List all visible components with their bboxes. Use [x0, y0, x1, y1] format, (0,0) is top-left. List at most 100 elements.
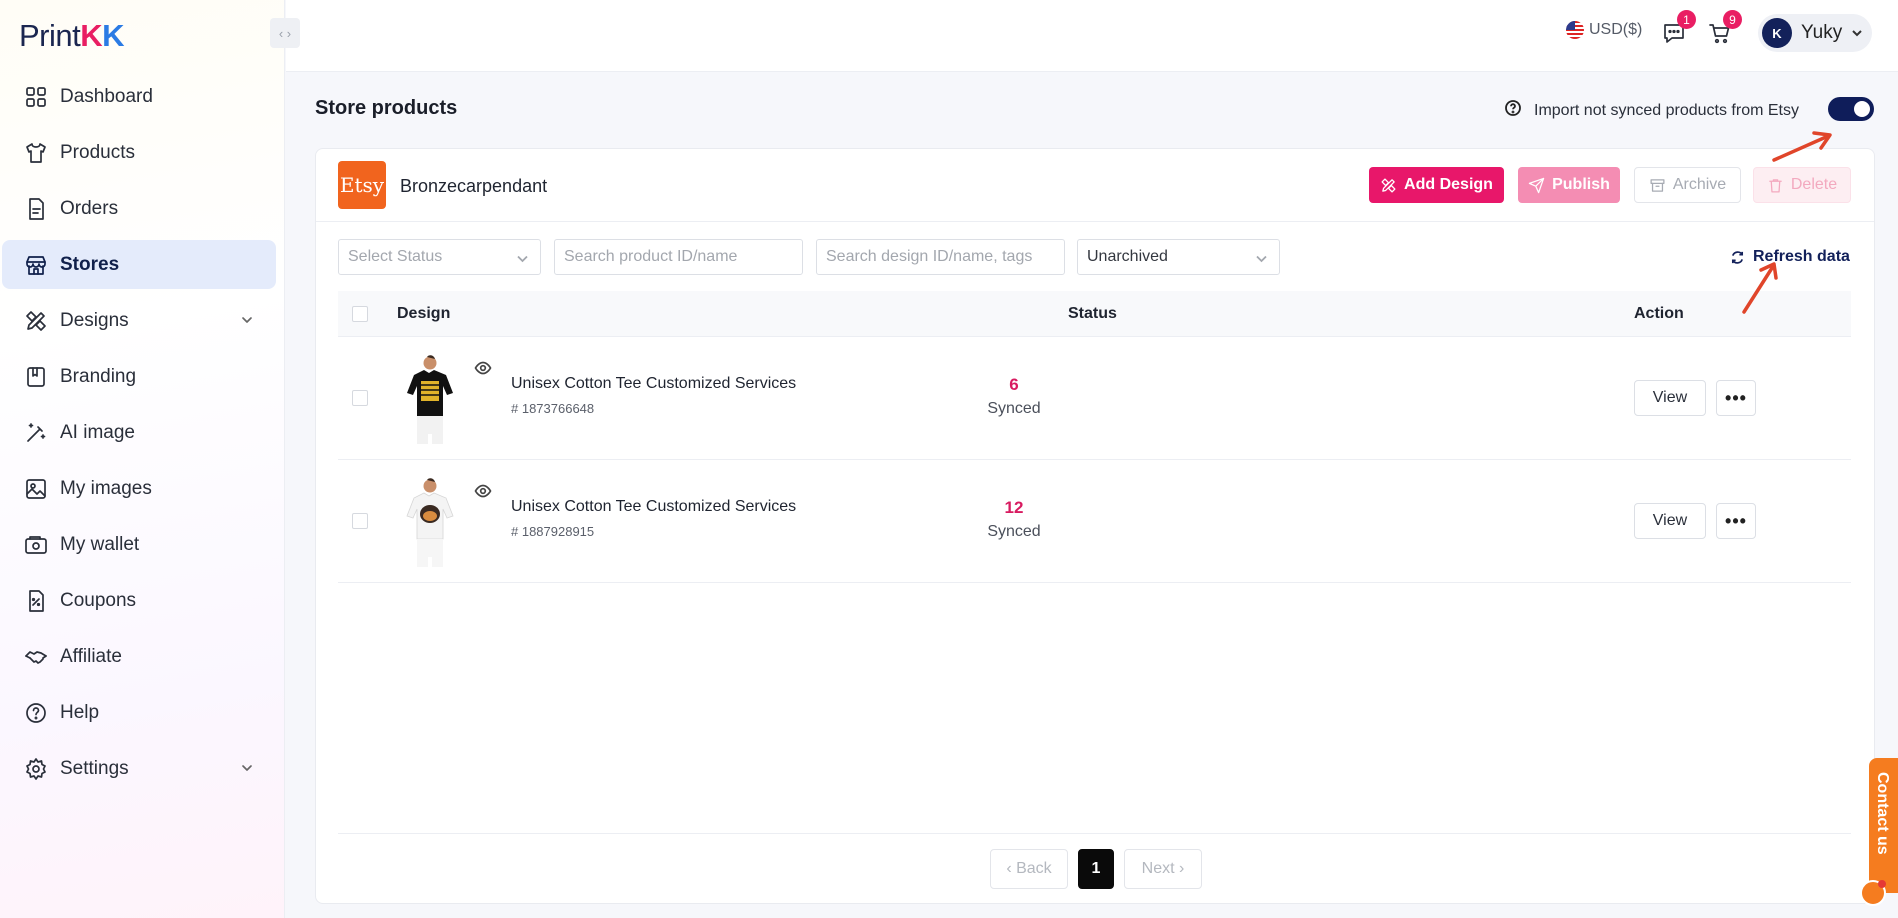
sidebar-item-stores[interactable]: Stores — [2, 240, 276, 289]
chevron-down-icon — [242, 765, 252, 771]
product-name[interactable]: Unisex Cotton Tee Customized Services — [511, 375, 796, 393]
annotation-arrow-icon — [1772, 131, 1832, 162]
product-search-input[interactable]: Search product ID/name — [554, 239, 803, 275]
sidebar-item-affiliate[interactable]: Affiliate — [2, 632, 276, 681]
image-icon — [26, 478, 46, 499]
product-thumbnail[interactable] — [400, 476, 460, 568]
sidebar-item-settings[interactable]: Settings — [2, 744, 276, 793]
status-label: Synced — [987, 523, 1041, 540]
sidebar-item-label: Dashboard — [60, 85, 153, 107]
archive-button[interactable]: Archive — [1634, 167, 1741, 203]
status-label: Synced — [987, 400, 1041, 417]
next-label: Next — [1141, 860, 1175, 877]
sidebar-item-ai-image[interactable]: AI image — [2, 408, 276, 457]
sidebar-item-designs[interactable]: Designs — [2, 296, 276, 345]
magic-wand-icon — [27, 422, 46, 442]
view-button[interactable]: View — [1634, 503, 1706, 539]
archive-icon — [1650, 178, 1665, 192]
gear-icon — [26, 757, 46, 780]
printkk-logo[interactable]: PrintKK — [19, 18, 125, 54]
sidebar-item-dashboard[interactable]: Dashboard — [2, 72, 276, 121]
table-row: Unisex Cotton Tee Customized Services # … — [338, 337, 1851, 460]
column-status: Status — [1068, 305, 1117, 322]
help-circle-icon — [26, 702, 46, 723]
sidebar-item-label: Designs — [60, 309, 129, 331]
store-icon — [26, 255, 46, 275]
sidebar-nav: Dashboard Products Orders Stores Designs… — [0, 72, 285, 800]
sidebar-item-label: My wallet — [60, 533, 140, 555]
chevron-left-icon: ‹ — [1006, 860, 1017, 877]
sidebar-item-orders[interactable]: Orders — [2, 184, 276, 233]
page-title: Store products — [315, 97, 458, 119]
sidebar-item-help[interactable]: Help — [2, 688, 276, 737]
store-name: Bronzecarpendant — [400, 176, 548, 196]
help-circle-icon[interactable] — [1504, 99, 1534, 122]
sidebar-item-my-images[interactable]: My images — [2, 464, 276, 513]
chevron-down-icon — [1852, 30, 1862, 37]
row-checkbox[interactable] — [352, 390, 368, 406]
contact-us-button[interactable]: Contact us — [1869, 758, 1898, 893]
contact-us-label: Contact us — [1874, 772, 1891, 855]
sidebar-item-label: Branding — [60, 365, 137, 387]
add-design-button[interactable]: Add Design — [1369, 167, 1504, 203]
more-actions-button[interactable]: ••• — [1716, 380, 1756, 416]
handshake-icon — [25, 650, 47, 664]
back-label: Back — [1016, 860, 1052, 877]
pagination-page-1[interactable]: 1 — [1078, 849, 1114, 889]
ellipsis-icon: ••• — [1725, 388, 1747, 408]
more-actions-button[interactable]: ••• — [1716, 503, 1756, 539]
status-select-placeholder: Select Status — [348, 248, 443, 265]
etsy-logo: Etsy — [338, 161, 386, 209]
pencil-ruler-icon — [26, 310, 46, 331]
row-checkbox[interactable] — [352, 513, 368, 529]
book-icon — [27, 366, 45, 387]
annotation-arrow-icon — [1742, 262, 1778, 314]
import-toggle[interactable] — [1828, 97, 1874, 121]
sidebar-item-label: Coupons — [60, 589, 137, 611]
pagination-next-button[interactable]: Next › — [1124, 849, 1202, 889]
messages-badge: 1 — [1677, 10, 1696, 29]
eye-icon[interactable] — [474, 359, 492, 377]
sidebar-item-label: AI image — [60, 421, 135, 443]
sidebar-item-label: Settings — [60, 757, 129, 779]
avatar: K — [1762, 18, 1792, 48]
pagination-back-button[interactable]: ‹ Back — [990, 849, 1068, 889]
user-menu[interactable]: K Yuky — [1758, 14, 1872, 52]
product-id: # 1873766648 — [511, 401, 595, 416]
sidebar-item-branding[interactable]: Branding — [2, 352, 276, 401]
product-name[interactable]: Unisex Cotton Tee Customized Services — [511, 498, 796, 516]
currency-selector[interactable]: USD($) — [1566, 21, 1642, 39]
sidebar-item-label: Stores — [60, 253, 120, 275]
publish-button[interactable]: Publish — [1518, 167, 1620, 203]
cart-button[interactable]: 9 — [1707, 10, 1742, 46]
status-select[interactable]: Select Status — [338, 239, 541, 275]
eye-icon[interactable] — [474, 482, 492, 500]
table-row: Unisex Cotton Tee Customized Services # … — [338, 460, 1851, 583]
synced-count: 12 — [1004, 498, 1024, 517]
currency-label: USD($) — [1589, 21, 1643, 38]
synced-count: 6 — [1009, 375, 1019, 394]
view-button[interactable]: View — [1634, 380, 1706, 416]
pencil-ruler-icon — [1381, 177, 1396, 193]
chat-widget-icon[interactable] — [1860, 880, 1886, 906]
sidebar-item-coupons[interactable]: Coupons — [2, 576, 276, 625]
sidebar-collapse-button[interactable]: ‹ › — [270, 18, 300, 48]
sidebar-item-label: Products — [60, 141, 135, 163]
chevron-down-icon — [517, 255, 528, 263]
design-search-placeholder: Search design ID/name, tags — [826, 248, 1033, 265]
sidebar-item-products[interactable]: Products — [2, 128, 276, 177]
product-thumbnail[interactable] — [400, 353, 460, 445]
messages-button[interactable]: 1 — [1661, 10, 1696, 46]
archive-filter-select[interactable]: Unarchived — [1077, 239, 1280, 275]
design-search-input[interactable]: Search design ID/name, tags — [816, 239, 1065, 275]
column-design: Design — [397, 305, 451, 322]
sidebar: PrintKK Dashboard Products Orders Stores… — [0, 0, 285, 918]
column-action: Action — [1634, 305, 1684, 322]
table-header: Design Status Action — [338, 291, 1851, 337]
grid-icon — [26, 86, 46, 107]
sidebar-item-label: Affiliate — [60, 645, 122, 667]
product-id: # 1887928915 — [511, 524, 595, 539]
select-all-checkbox[interactable] — [352, 306, 368, 322]
chevron-down-icon — [1256, 255, 1267, 263]
sidebar-item-my-wallet[interactable]: My wallet — [2, 520, 276, 569]
